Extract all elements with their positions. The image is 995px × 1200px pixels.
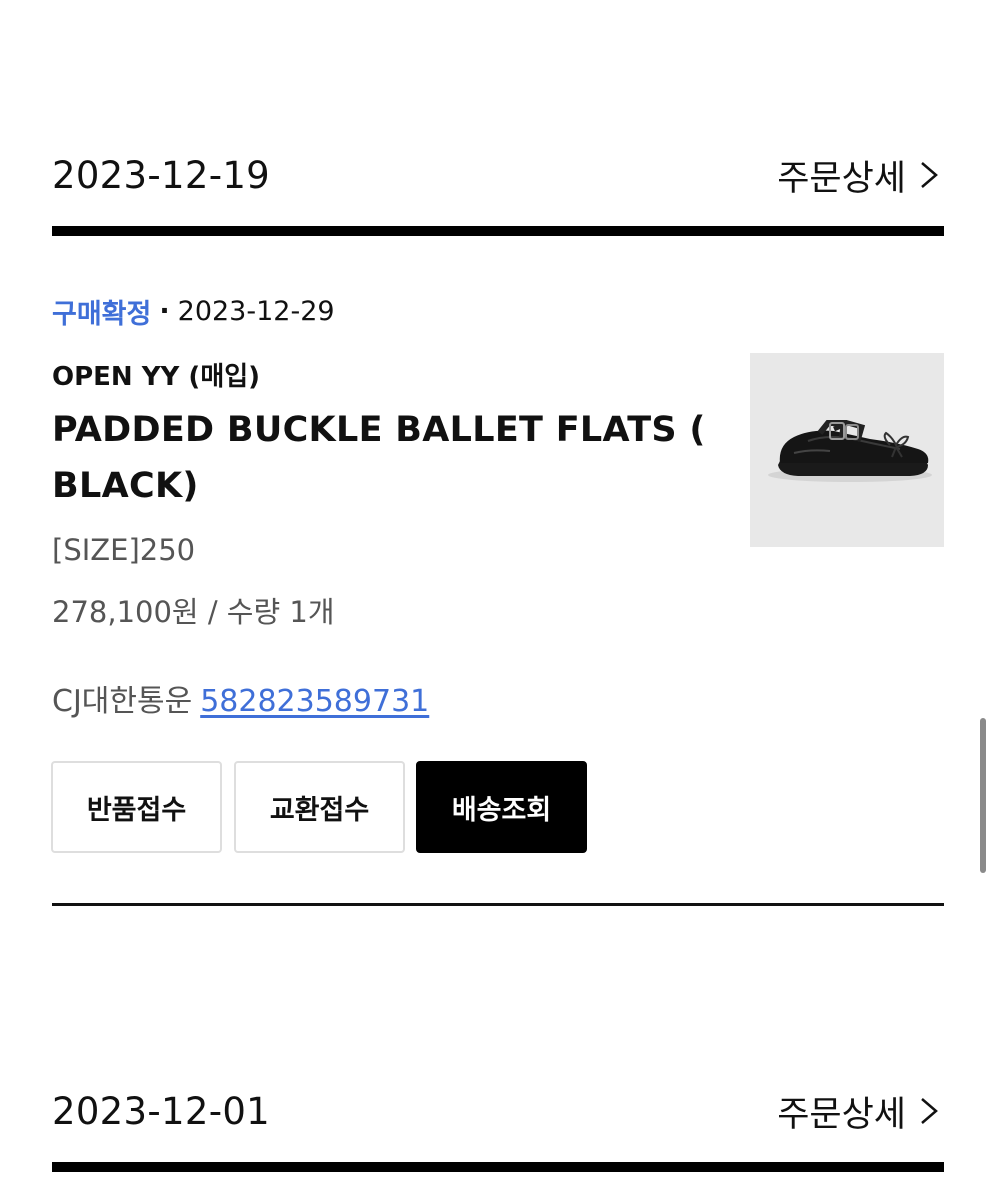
order-divider-thick [52, 1162, 944, 1172]
order-detail-label: 주문상세 [777, 1094, 906, 1135]
chevron-right-icon [921, 162, 938, 188]
order-divider-thick [52, 226, 944, 236]
status-separator: · [159, 296, 170, 327]
status-date: 2023-12-29 [177, 296, 335, 327]
return-request-button[interactable]: 반품접수 [51, 761, 222, 853]
ballet-flat-shoe-icon [768, 420, 932, 482]
delivery-tracking-button[interactable]: 배송조회 [416, 761, 587, 853]
order-status-line: 구매확정 · 2023-12-29 [52, 292, 335, 331]
order-history-page: 2023-12-19 주문상세 구매확정 · 2023-12-29 OPEN Y… [0, 0, 995, 1200]
order-header-2: 2023-12-01 주문상세 [52, 1081, 944, 1141]
product-brand[interactable]: OPEN YY (매입) [52, 356, 260, 393]
order-detail-link[interactable]: 주문상세 [777, 1086, 944, 1137]
scrollbar[interactable] [980, 718, 986, 873]
product-name[interactable]: PADDED BUCKLE BALLET FLATS ( BLACK) [52, 402, 722, 514]
order-header-1: 2023-12-19 주문상세 [52, 145, 944, 205]
order-date: 2023-12-19 [52, 153, 271, 197]
tracking-number-link[interactable]: 582823589731 [200, 684, 429, 719]
order-status: 구매확정 [52, 299, 152, 330]
exchange-request-button[interactable]: 교환접수 [234, 761, 405, 853]
product-price-quantity: 278,100원 / 수량 1개 [52, 595, 335, 629]
order-detail-link[interactable]: 주문상세 [777, 150, 944, 201]
product-option: [SIZE]250 [52, 533, 196, 567]
order-date: 2023-12-01 [52, 1089, 271, 1133]
order-detail-label: 주문상세 [777, 158, 906, 199]
chevron-right-icon [921, 1098, 938, 1124]
courier-line: CJ대한통운 582823589731 [52, 676, 429, 720]
courier-name: CJ대한통운 [52, 684, 193, 719]
product-image[interactable] [750, 353, 944, 547]
order-divider-thin [52, 903, 944, 906]
